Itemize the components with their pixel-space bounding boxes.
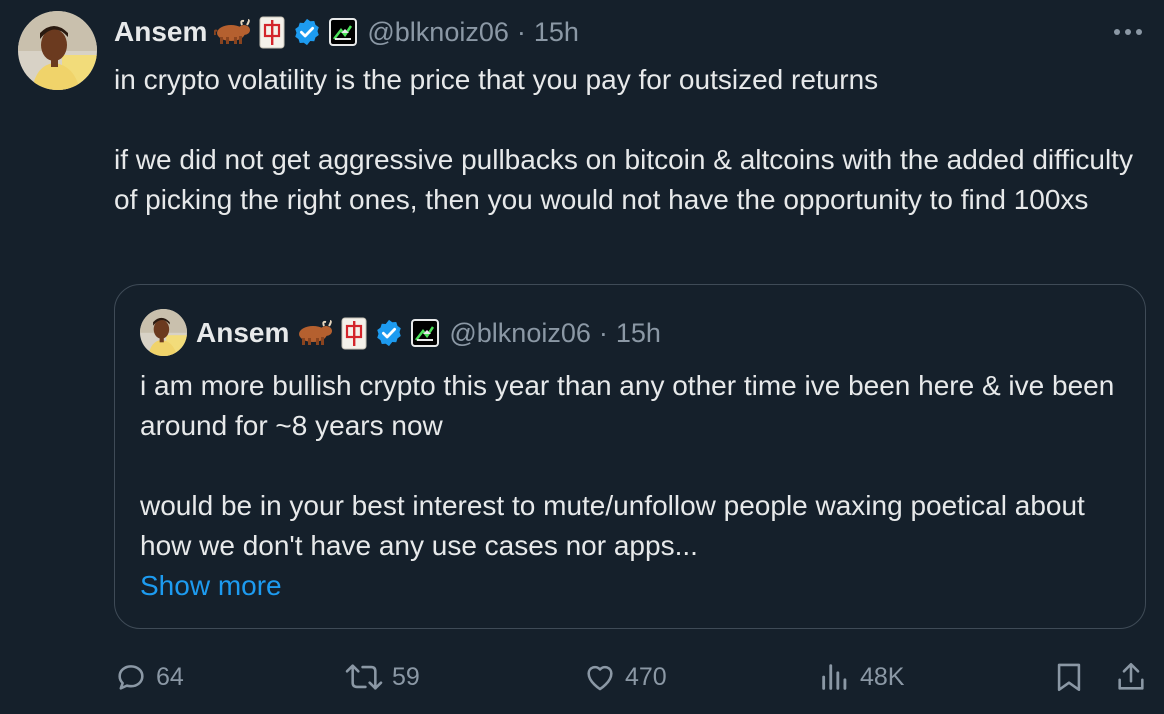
reply-icon — [118, 665, 144, 690]
bookmark-button[interactable] — [1052, 658, 1086, 696]
quoted-author-handle: @blknoiz06 — [449, 317, 591, 348]
repost-count: 59 — [392, 662, 420, 691]
tweet-header: Ansem @blknoiz06 · 15h — [114, 14, 579, 50]
avatar-image — [18, 11, 97, 90]
ox-emoji — [214, 19, 252, 45]
reply-count: 64 — [156, 662, 184, 691]
quoted-timestamp: 15h — [615, 317, 661, 348]
verified-badge-icon[interactable] — [292, 17, 322, 47]
tweet-text: in crypto volatility is the price that y… — [114, 60, 1154, 220]
quoted-avatar — [140, 309, 187, 356]
quoted-author-name: Ansem — [196, 317, 290, 348]
author-handle[interactable]: @blknoiz06 — [367, 17, 509, 48]
verified-badge-icon — [374, 318, 404, 348]
heart-icon — [587, 665, 613, 691]
quoted-separator-dot: · — [598, 317, 608, 348]
quoted-tweet-header: Ansem @blknoiz06 · 15h — [196, 315, 661, 351]
views-count: 48K — [860, 662, 905, 691]
reply-button[interactable]: 64 — [114, 658, 184, 696]
share-icon — [1118, 662, 1144, 690]
quoted-text-paragraph-1: i am more bullish crypto this year than … — [140, 370, 1115, 441]
quoted-avatar-image — [140, 309, 187, 356]
share-button[interactable] — [1114, 658, 1148, 696]
tweet-text-paragraph-2: if we did not get aggressive pullbacks o… — [114, 144, 1133, 215]
like-count: 470 — [625, 662, 667, 691]
views-button[interactable]: 48K — [818, 658, 904, 696]
like-button[interactable]: 470 — [583, 658, 667, 696]
affiliate-badge-icon[interactable] — [329, 18, 358, 46]
mahjong-red-dragon-emoji — [259, 16, 285, 49]
repost-icon — [345, 664, 383, 690]
ox-emoji — [296, 320, 334, 346]
tweet-text-paragraph-1: in crypto volatility is the price that y… — [114, 64, 879, 95]
quoted-tweet-text: i am more bullish crypto this year than … — [140, 366, 1130, 606]
analytics-icon — [822, 664, 847, 690]
bookmark-icon — [1057, 663, 1081, 692]
mahjong-red-dragon-emoji — [341, 317, 367, 350]
affiliate-badge-icon — [411, 319, 440, 347]
tweet-timestamp[interactable]: 15h — [534, 17, 579, 48]
more-options-button[interactable] — [1110, 18, 1146, 46]
author-name[interactable]: Ansem — [114, 16, 207, 48]
more-icon — [1114, 29, 1142, 35]
separator-dot: · — [516, 16, 526, 47]
show-more-link[interactable]: Show more — [140, 566, 1130, 606]
repost-button[interactable]: 59 — [344, 658, 420, 696]
avatar[interactable] — [18, 11, 97, 90]
quoted-text-paragraph-2: would be in your best interest to mute/u… — [140, 490, 1085, 561]
